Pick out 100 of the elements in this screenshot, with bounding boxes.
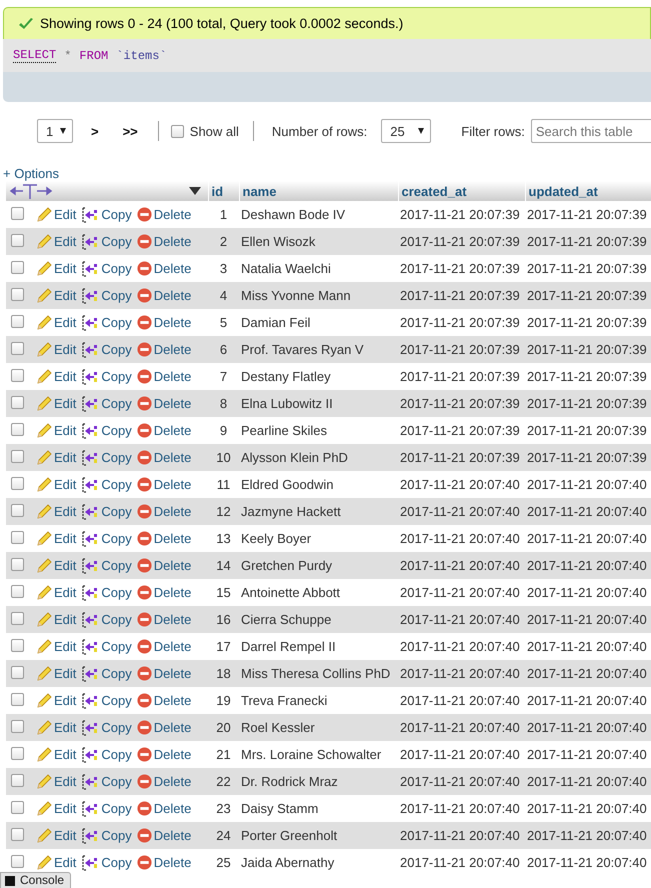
edit-link[interactable]: Edit [36,612,76,628]
edit-link[interactable]: Edit [36,584,76,600]
row-checkbox[interactable] [11,800,24,814]
edit-link[interactable]: Edit [36,692,76,708]
column-header[interactable]: updated_at [525,181,651,201]
sort-dropdown-icon[interactable] [188,187,200,195]
row-checkbox[interactable] [11,584,24,598]
row-checkbox[interactable] [11,342,24,354]
edit-link[interactable]: Edit [36,396,76,412]
delete-link[interactable]: Delete [136,396,192,411]
edit-link[interactable]: Edit [36,720,76,736]
row-checkbox[interactable] [11,692,24,706]
edit-link[interactable]: Edit [36,746,76,762]
row-checkbox[interactable] [11,558,24,570]
row-checkbox[interactable] [11,746,24,760]
edit-link[interactable]: Edit [36,666,76,682]
edit-link[interactable]: Edit [36,342,76,358]
row-checkbox[interactable] [11,476,24,490]
row-checkbox[interactable] [11,638,24,652]
copy-link[interactable]: Copy [81,720,132,736]
row-checkbox[interactable] [11,422,24,436]
edit-link[interactable]: Edit [36,854,76,870]
last-page-button[interactable]: >> [116,124,144,138]
delete-link[interactable]: Delete [136,531,192,546]
delete-link[interactable]: Delete [136,612,192,627]
copy-link[interactable]: Copy [81,396,132,412]
column-header[interactable]: created_at [398,181,525,201]
options-link[interactable]: + Options [3,166,60,181]
delete-link[interactable]: Delete [136,504,192,519]
edit-link[interactable]: Edit [36,558,76,574]
delete-link[interactable]: Delete [136,801,192,816]
edit-link[interactable]: Edit [36,422,76,438]
delete-link[interactable]: Delete [136,720,192,735]
copy-link[interactable]: Copy [81,584,132,600]
delete-link[interactable]: Delete [136,369,192,384]
page-select[interactable]: 1 [37,119,73,143]
delete-link[interactable]: Delete [136,315,192,330]
edit-link[interactable]: Edit [36,530,76,546]
copy-link[interactable]: Copy [81,368,132,384]
delete-link[interactable]: Delete [136,207,192,222]
rows-select[interactable]: 25 [381,119,432,143]
copy-link[interactable]: Copy [81,234,132,250]
copy-link[interactable]: Copy [81,612,132,628]
row-checkbox[interactable] [11,368,24,382]
copy-link[interactable]: Copy [81,666,132,682]
copy-link[interactable]: Copy [81,288,132,304]
copy-link[interactable]: Copy [81,800,132,816]
delete-link[interactable]: Delete [136,342,192,357]
delete-link[interactable]: Delete [136,747,192,762]
copy-link[interactable]: Copy [81,450,132,466]
delete-link[interactable]: Delete [136,261,192,276]
edit-link[interactable]: Edit [36,774,76,790]
row-checkbox[interactable] [11,666,24,678]
next-page-button[interactable]: > [85,124,105,138]
delete-link[interactable]: Delete [136,423,192,438]
row-checkbox[interactable] [11,396,24,408]
row-checkbox[interactable] [11,720,24,732]
edit-link[interactable]: Edit [36,450,76,466]
edit-link[interactable]: Edit [36,504,76,520]
row-checkbox[interactable] [11,206,24,220]
delete-link[interactable]: Delete [136,639,192,654]
show-all-checkbox[interactable] [170,124,184,138]
delete-link[interactable]: Delete [136,234,192,249]
edit-link[interactable]: Edit [36,288,76,304]
edit-link[interactable]: Edit [36,476,76,492]
copy-link[interactable]: Copy [81,422,132,438]
delete-link[interactable]: Delete [136,693,192,708]
column-header[interactable]: name [239,181,398,201]
copy-link[interactable]: Copy [81,342,132,358]
row-checkbox[interactable] [11,260,24,274]
row-checkbox[interactable] [11,854,24,868]
edit-link[interactable]: Edit [36,800,76,816]
delete-link[interactable]: Delete [136,558,192,573]
row-checkbox[interactable] [11,504,24,516]
edit-link[interactable]: Edit [36,206,76,222]
row-checkbox[interactable] [11,314,24,328]
copy-link[interactable]: Copy [81,504,132,520]
edit-link[interactable]: Edit [36,828,76,844]
copy-link[interactable]: Copy [81,476,132,492]
row-checkbox[interactable] [11,612,24,624]
copy-link[interactable]: Copy [81,206,132,222]
copy-link[interactable]: Copy [81,638,132,654]
delete-link[interactable]: Delete [136,666,192,681]
delete-link[interactable]: Delete [136,855,192,870]
copy-link[interactable]: Copy [81,530,132,546]
copy-link[interactable]: Copy [81,774,132,790]
edit-link[interactable]: Edit [36,314,76,330]
column-resize-icon[interactable] [9,182,53,200]
edit-link[interactable]: Edit [36,260,76,276]
copy-link[interactable]: Copy [81,692,132,708]
edit-link[interactable]: Edit [36,638,76,654]
edit-link[interactable]: Edit [36,234,76,250]
delete-link[interactable]: Delete [136,477,192,492]
delete-link[interactable]: Delete [136,450,192,465]
copy-link[interactable]: Copy [81,314,132,330]
copy-link[interactable]: Copy [81,854,132,870]
row-checkbox[interactable] [11,828,24,840]
row-checkbox[interactable] [11,234,24,246]
copy-link[interactable]: Copy [81,260,132,276]
delete-link[interactable]: Delete [136,828,192,843]
